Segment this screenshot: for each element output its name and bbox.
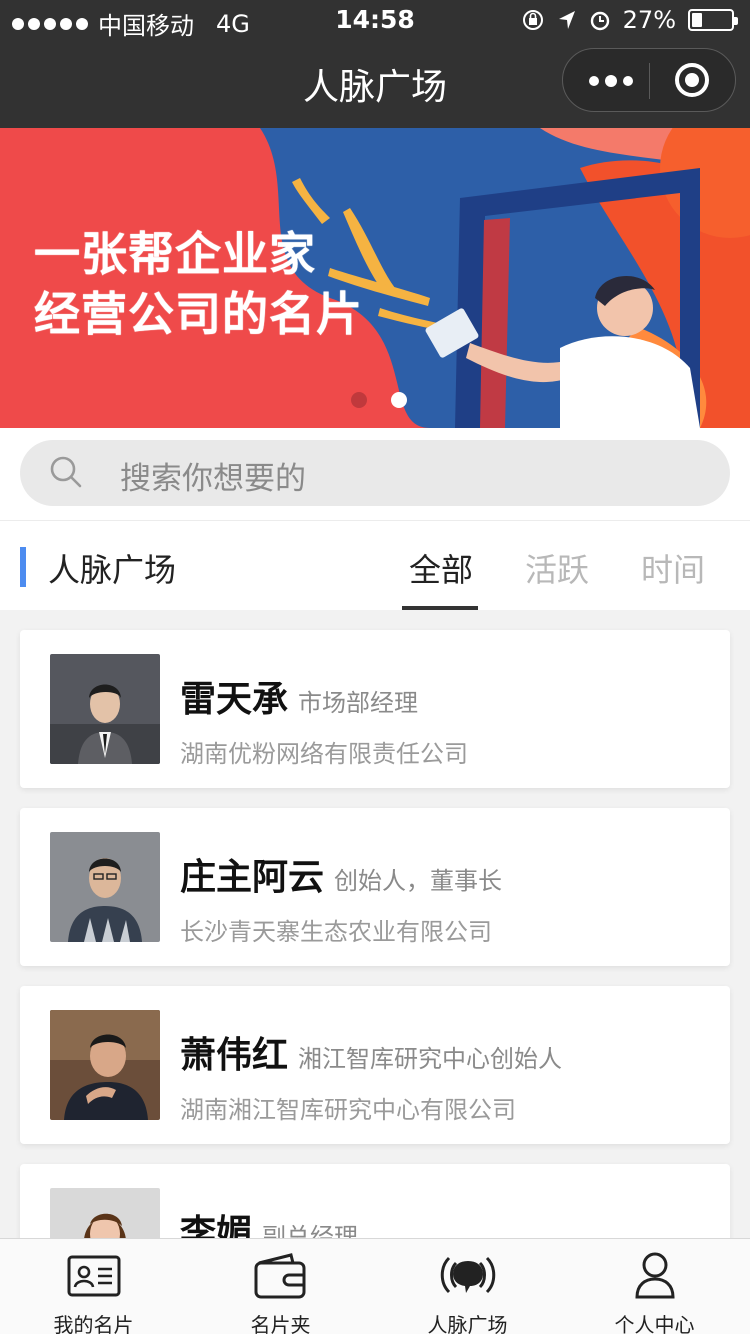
section-accent-bar bbox=[20, 547, 26, 587]
banner-slogan: 一张帮企业家 经营公司的名片 bbox=[34, 224, 363, 344]
search-area: 搜索你想要的 bbox=[0, 428, 750, 520]
tabbar-label: 我的名片 bbox=[53, 1313, 134, 1334]
search-input[interactable]: 搜索你想要的 bbox=[20, 440, 730, 506]
person-name: 庄主阿云 创始人，董事长 bbox=[180, 857, 503, 898]
active-tab-underline bbox=[402, 606, 478, 610]
tabbar-label: 个人中心 bbox=[614, 1313, 695, 1334]
wallet-icon bbox=[254, 1253, 306, 1299]
banner-line-1: 一张帮企业家 bbox=[34, 227, 316, 281]
person-name: 萧伟红 湘江智库研究中心创始人 bbox=[180, 1035, 563, 1076]
tabbar-label: 名片夹 bbox=[250, 1313, 311, 1334]
person-role: 创始人，董事长 bbox=[334, 867, 503, 895]
section-title: 人脉广场 bbox=[48, 551, 177, 589]
person-card[interactable]: 雷天承 市场部经理 湖南优粉网络有限责任公司 bbox=[20, 630, 730, 788]
carousel-indicator bbox=[351, 392, 407, 408]
chat-broadcast-icon bbox=[440, 1256, 496, 1294]
alarm-icon bbox=[590, 11, 609, 31]
status-bar: 中国移动 4G 14:58 27% bbox=[0, 0, 750, 40]
tabbar-item-network-square[interactable]: 人脉广场 bbox=[374, 1239, 561, 1334]
battery-percent: 27% bbox=[622, 6, 676, 34]
carousel-dot[interactable] bbox=[351, 392, 367, 408]
bottom-tab-bar: 我的名片 名片夹 人脉广场 个人中心 bbox=[0, 1238, 750, 1334]
person-name: 雷天承 市场部经理 bbox=[180, 679, 419, 720]
location-arrow-icon bbox=[558, 11, 575, 29]
person-role: 市场部经理 bbox=[298, 689, 419, 717]
tab-time[interactable]: 时间 bbox=[641, 545, 705, 591]
tab-all[interactable]: 全部 bbox=[409, 545, 473, 591]
miniprogram-capsule bbox=[562, 48, 736, 112]
card-icon bbox=[67, 1255, 121, 1297]
person-icon bbox=[635, 1252, 675, 1299]
tabbar-label: 人脉广场 bbox=[427, 1313, 508, 1334]
avatar bbox=[50, 1010, 160, 1120]
person-company: 长沙青天寨生态农业有限公司 bbox=[180, 918, 492, 946]
avatar bbox=[50, 654, 160, 764]
person-company: 湖南优粉网络有限责任公司 bbox=[180, 740, 468, 768]
nav-bar: 人脉广场 bbox=[0, 40, 750, 128]
tabbar-item-card-holder[interactable]: 名片夹 bbox=[187, 1239, 374, 1334]
banner-carousel[interactable]: 一张帮企业家 经营公司的名片 bbox=[0, 128, 750, 428]
person-card[interactable]: 萧伟红 湘江智库研究中心创始人 湖南湘江智库研究中心有限公司 bbox=[20, 986, 730, 1144]
more-icon[interactable] bbox=[589, 75, 633, 87]
rotation-lock-icon bbox=[522, 10, 543, 30]
carousel-dot-active[interactable] bbox=[391, 392, 407, 408]
person-company: 湖南湘江智库研究中心有限公司 bbox=[180, 1096, 516, 1124]
search-placeholder: 搜索你想要的 bbox=[120, 461, 306, 497]
tabbar-item-my-card[interactable]: 我的名片 bbox=[0, 1239, 187, 1334]
banner-line-2: 经营公司的名片 bbox=[34, 287, 363, 341]
battery-icon bbox=[688, 9, 738, 31]
capsule-divider bbox=[649, 63, 650, 99]
person-role: 湘江智库研究中心创始人 bbox=[298, 1045, 563, 1073]
section-header: 人脉广场 全部 活跃 时间 bbox=[0, 520, 750, 610]
search-icon bbox=[50, 456, 82, 488]
tabbar-item-personal-center[interactable]: 个人中心 bbox=[561, 1239, 748, 1334]
person-card[interactable]: 庄主阿云 创始人，董事长 长沙青天寨生态农业有限公司 bbox=[20, 808, 730, 966]
close-target-icon[interactable] bbox=[675, 63, 709, 97]
tab-active[interactable]: 活跃 bbox=[525, 545, 589, 591]
avatar bbox=[50, 832, 160, 942]
